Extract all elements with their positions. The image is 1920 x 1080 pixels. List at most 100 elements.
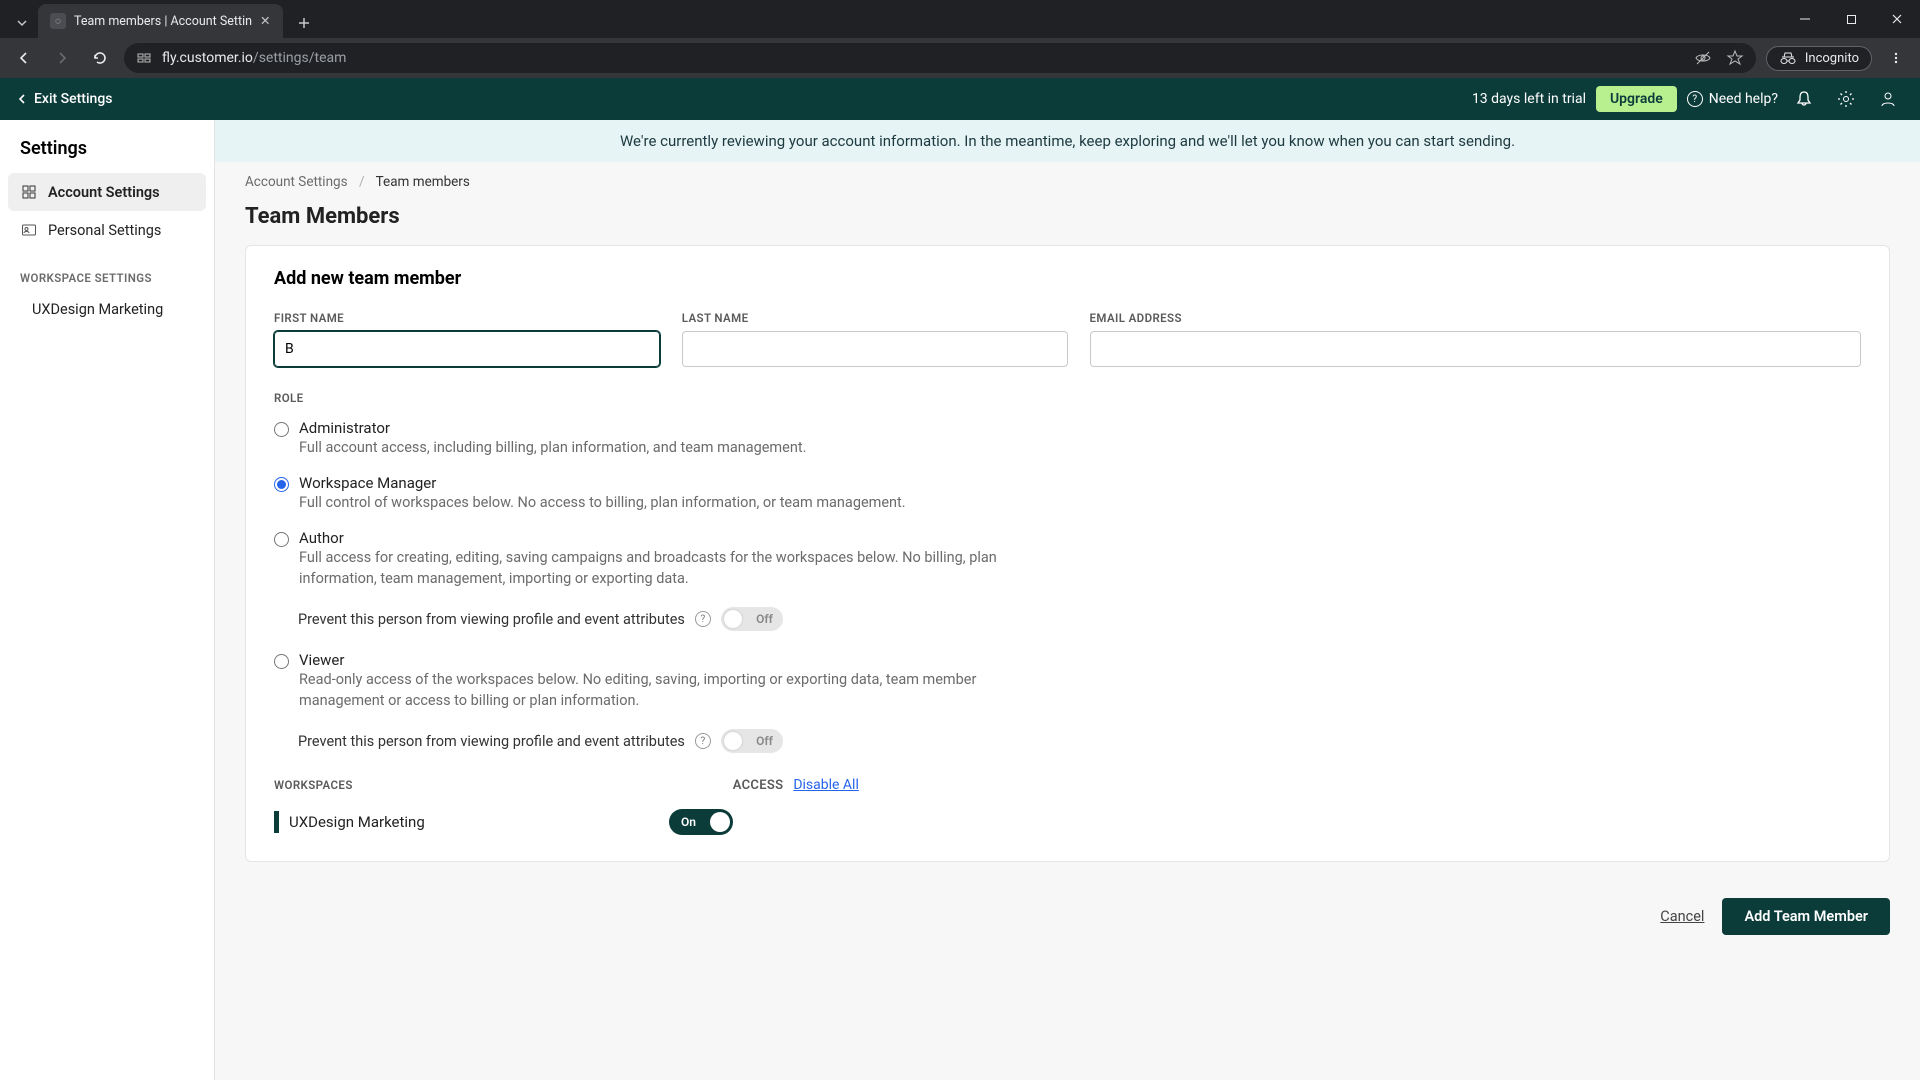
prevent-toggle-viewer[interactable]: Off <box>721 729 783 753</box>
settings-gear-button[interactable] <box>1830 83 1862 115</box>
breadcrumb-root[interactable]: Account Settings <box>245 174 348 190</box>
sidebar-item-personal-settings[interactable]: Personal Settings <box>8 211 206 249</box>
access-label: ACCESS <box>733 778 784 793</box>
workspace-color-bar <box>274 811 279 833</box>
star-icon[interactable] <box>1726 49 1744 67</box>
first-name-input[interactable] <box>274 331 660 367</box>
exit-settings-link[interactable]: Exit Settings <box>16 91 112 107</box>
cancel-button[interactable]: Cancel <box>1660 908 1704 925</box>
role-radio[interactable] <box>274 422 289 437</box>
site-info-icon[interactable] <box>136 50 152 66</box>
need-help-label: Need help? <box>1709 91 1778 107</box>
add-member-card: Add new team member FIRST NAME LAST NAME… <box>245 245 1890 862</box>
grid-icon <box>20 183 38 201</box>
breadcrumb: Account Settings / Team members <box>215 162 1920 196</box>
help-icon[interactable]: ? <box>695 733 711 749</box>
tab-title: Team members | Account Settin <box>74 14 252 29</box>
last-name-field: LAST NAME <box>682 311 1068 367</box>
role-title: Workspace Manager <box>299 474 1861 492</box>
need-help-link[interactable]: ? Need help? <box>1687 91 1778 107</box>
role-radio[interactable] <box>274 654 289 669</box>
first-name-field: FIRST NAME <box>274 311 660 367</box>
role-radio[interactable] <box>274 477 289 492</box>
prevent-label: Prevent this person from viewing profile… <box>298 611 685 628</box>
breadcrumb-current: Team members <box>376 174 470 190</box>
workspace-access-toggle[interactable]: On <box>669 809 733 835</box>
person-card-icon <box>20 221 38 239</box>
prevent-row-viewer: Prevent this person from viewing profile… <box>274 723 1861 769</box>
workspace-row: UXDesign Marketing On <box>274 809 1861 835</box>
workspaces-label: WORKSPACES <box>274 778 353 792</box>
trial-days-text: 13 days left in trial <box>1472 91 1586 107</box>
role-radio[interactable] <box>274 532 289 547</box>
last-name-input[interactable] <box>682 331 1068 367</box>
help-icon: ? <box>1687 91 1703 107</box>
role-desc: Full control of workspaces below. No acc… <box>299 492 1019 513</box>
sidebar-workspace-link[interactable]: UXDesign Marketing <box>8 293 206 326</box>
role-title: Author <box>299 529 1861 547</box>
role-option-workspace-manager[interactable]: Workspace Manager Full control of worksp… <box>274 470 1861 525</box>
favicon: ◌ <box>50 13 66 29</box>
info-banner: We're currently reviewing your account i… <box>215 120 1920 162</box>
role-section-label: ROLE <box>274 391 1861 405</box>
first-name-label: FIRST NAME <box>274 311 660 325</box>
prevent-row-author: Prevent this person from viewing profile… <box>274 601 1861 647</box>
breadcrumb-separator: / <box>359 174 365 190</box>
address-bar-row: fly.customer.io/settings/team Incognito <box>0 38 1920 78</box>
window-controls <box>1782 0 1920 38</box>
sidebar-section-label: WORKSPACE SETTINGS <box>8 249 206 293</box>
tab-strip: ◌ Team members | Account Settin ✕ <box>0 0 1920 38</box>
browser-tab[interactable]: ◌ Team members | Account Settin ✕ <box>38 4 283 38</box>
role-desc: Full account access, including billing, … <box>299 437 1019 458</box>
incognito-label: Incognito <box>1805 51 1859 66</box>
browser-chrome: ◌ Team members | Account Settin ✕ fly.cu… <box>0 0 1920 78</box>
forward-button[interactable] <box>48 44 76 72</box>
disable-all-link[interactable]: Disable All <box>793 777 859 793</box>
page-title: Team Members <box>215 196 1920 245</box>
email-label: EMAIL ADDRESS <box>1090 311 1862 325</box>
role-title: Administrator <box>299 419 1861 437</box>
sidebar-item-account-settings[interactable]: Account Settings <box>8 173 206 211</box>
browser-menu-button[interactable] <box>1882 44 1910 72</box>
email-input[interactable] <box>1090 331 1862 367</box>
workspaces-header: WORKSPACES ACCESS Disable All <box>274 777 1861 793</box>
role-option-viewer[interactable]: Viewer Read-only access of the workspace… <box>274 647 1861 723</box>
name-email-row: FIRST NAME LAST NAME EMAIL ADDRESS <box>274 311 1861 367</box>
app-header: Exit Settings 13 days left in trial Upgr… <box>0 78 1920 120</box>
role-title: Viewer <box>299 651 1861 669</box>
tab-search-button[interactable] <box>6 8 38 38</box>
incognito-chip[interactable]: Incognito <box>1766 46 1872 71</box>
role-option-author[interactable]: Author Full access for creating, editing… <box>274 525 1861 601</box>
role-option-administrator[interactable]: Administrator Full account access, inclu… <box>274 415 1861 470</box>
minimize-button[interactable] <box>1782 0 1828 38</box>
last-name-label: LAST NAME <box>682 311 1068 325</box>
chevron-left-icon <box>16 93 28 105</box>
sidebar-item-label: Personal Settings <box>48 222 161 239</box>
address-bar[interactable]: fly.customer.io/settings/team <box>124 43 1756 73</box>
account-button[interactable] <box>1872 83 1904 115</box>
prevent-toggle-author[interactable]: Off <box>721 607 783 631</box>
add-team-member-button[interactable]: Add Team Member <box>1722 898 1890 935</box>
workspace-name: UXDesign Marketing <box>289 813 659 831</box>
exit-settings-label: Exit Settings <box>34 91 112 107</box>
close-tab-icon[interactable]: ✕ <box>260 13 270 29</box>
main-content: We're currently reviewing your account i… <box>215 120 1920 1080</box>
reload-button[interactable] <box>86 44 114 72</box>
close-window-button[interactable] <box>1874 0 1920 38</box>
role-desc: Full access for creating, editing, savin… <box>299 547 1019 589</box>
form-footer: Cancel Add Team Member <box>215 892 1920 935</box>
sidebar-title: Settings <box>8 138 206 173</box>
sidebar: Settings Account Settings Personal Setti… <box>0 120 215 1080</box>
eye-off-icon[interactable] <box>1694 49 1712 67</box>
notifications-button[interactable] <box>1788 83 1820 115</box>
url-text: fly.customer.io/settings/team <box>162 50 346 66</box>
prevent-label: Prevent this person from viewing profile… <box>298 733 685 750</box>
role-desc: Read-only access of the workspaces below… <box>299 669 1019 711</box>
app-body: Settings Account Settings Personal Setti… <box>0 120 1920 1080</box>
help-icon[interactable]: ? <box>695 611 711 627</box>
sidebar-item-label: Account Settings <box>48 184 160 201</box>
maximize-button[interactable] <box>1828 0 1874 38</box>
new-tab-button[interactable] <box>289 8 319 38</box>
upgrade-button[interactable]: Upgrade <box>1596 86 1677 112</box>
back-button[interactable] <box>10 44 38 72</box>
